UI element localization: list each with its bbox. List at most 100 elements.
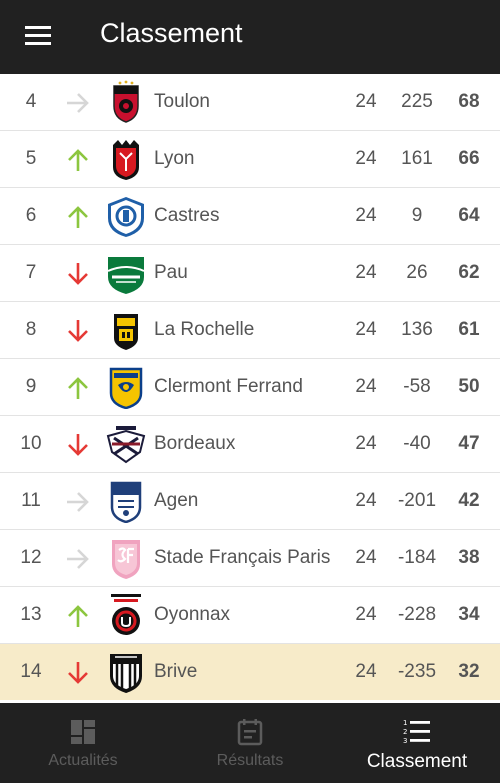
app-bar: Classement xyxy=(0,0,500,74)
point-difference: 136 xyxy=(401,319,433,340)
stade-francais-logo xyxy=(112,540,140,579)
arrow-right-icon xyxy=(67,93,89,113)
points: 61 xyxy=(458,319,480,340)
arrow-right-icon xyxy=(67,492,89,512)
hamburger-icon-bar xyxy=(25,42,51,45)
arrow-down-icon xyxy=(68,263,88,285)
nav-label: Résultats xyxy=(216,752,284,769)
points: 34 xyxy=(458,604,480,625)
calendar-icon xyxy=(237,719,263,746)
point-difference: 26 xyxy=(406,262,428,283)
team-name: La Rochelle xyxy=(154,319,255,340)
menu-button[interactable] xyxy=(18,20,58,52)
point-difference: 9 xyxy=(411,205,423,226)
matches-played: 24 xyxy=(355,148,377,169)
bordeaux-logo xyxy=(106,426,146,464)
point-difference: -235 xyxy=(397,661,437,682)
standings-row[interactable]: 9 Clermont Ferrand 24 -58 50 xyxy=(0,359,500,416)
point-difference: -228 xyxy=(397,604,437,625)
rank: 9 xyxy=(25,376,37,397)
bottom-navigation: Actualités Résultats 1 2 3 Classement xyxy=(0,703,500,783)
hamburger-icon xyxy=(25,26,51,29)
matches-played: 24 xyxy=(355,604,377,625)
nav-label: Classement xyxy=(366,751,468,772)
standings-row[interactable]: 13 Oyonnax 24 -228 34 xyxy=(0,587,500,644)
team-name: Bordeaux xyxy=(154,433,236,454)
standings-row[interactable]: 4 Toulon 24 225 68 xyxy=(0,74,500,131)
point-difference: -201 xyxy=(397,490,437,511)
brive-logo xyxy=(110,654,142,693)
matches-played: 24 xyxy=(355,376,377,397)
matches-played: 24 xyxy=(355,205,377,226)
point-difference: -184 xyxy=(397,547,437,568)
castres-logo xyxy=(108,197,144,237)
standings-row[interactable]: 6 Castres 24 9 64 xyxy=(0,188,500,245)
matches-played: 24 xyxy=(355,490,377,511)
rank: 13 xyxy=(20,604,42,625)
lyon-logo xyxy=(113,140,139,180)
team-name: Clermont Ferrand xyxy=(154,376,303,397)
pau-logo xyxy=(107,257,145,294)
points: 47 xyxy=(458,433,480,454)
point-difference: -58 xyxy=(403,376,431,397)
standings-row[interactable]: 5 Lyon 24 161 66 xyxy=(0,131,500,188)
rank: 10 xyxy=(20,433,42,454)
standings-row-highlighted[interactable]: 14 Brive 24 -235 32 xyxy=(0,644,500,700)
points: 50 xyxy=(458,376,480,397)
page-title: Classement xyxy=(100,18,243,48)
nav-actualites[interactable]: Actualités xyxy=(0,703,166,783)
rank: 12 xyxy=(20,547,42,568)
points: 68 xyxy=(458,91,480,112)
team-name: Pau xyxy=(154,262,188,283)
arrow-up-icon xyxy=(68,149,88,171)
svg-text:3: 3 xyxy=(403,737,407,745)
standings-row[interactable]: 7 Pau 24 26 62 xyxy=(0,245,500,302)
arrow-up-icon xyxy=(68,206,88,228)
team-name: Castres xyxy=(154,205,220,226)
team-name: Agen xyxy=(154,490,199,511)
arrow-down-icon xyxy=(68,320,88,342)
hamburger-icon-bar xyxy=(25,34,51,37)
points: 66 xyxy=(458,148,480,169)
nav-resultats[interactable]: Résultats xyxy=(167,703,333,783)
arrow-down-icon xyxy=(68,434,88,456)
team-name: Stade Français Paris xyxy=(154,547,331,568)
nav-classement[interactable]: 1 2 3 Classement xyxy=(334,703,500,783)
arrow-up-icon xyxy=(68,605,88,627)
svg-text:2: 2 xyxy=(403,728,407,736)
rank: 11 xyxy=(21,490,41,511)
matches-played: 24 xyxy=(355,433,377,454)
standings-row[interactable]: 11 Agen 24 -201 42 xyxy=(0,473,500,530)
rank: 14 xyxy=(20,661,42,682)
point-difference: -40 xyxy=(403,433,431,454)
standings-row[interactable]: 8 La Rochelle 24 136 61 xyxy=(0,302,500,359)
la-rochelle-logo xyxy=(114,314,138,350)
team-name: Lyon xyxy=(154,148,195,169)
standings-row[interactable]: 12 Stade Français Paris 24 -184 38 xyxy=(0,530,500,587)
dashboard-icon xyxy=(71,720,95,744)
points: 38 xyxy=(458,547,480,568)
toulon-logo xyxy=(113,80,139,123)
standings-row[interactable]: 10 Bordeaux 24 -40 47 xyxy=(0,416,500,473)
nav-label: Actualités xyxy=(48,752,118,769)
rank: 6 xyxy=(25,205,37,226)
svg-text:1: 1 xyxy=(403,719,407,727)
oyonnax-logo xyxy=(111,594,141,635)
arrow-right-icon xyxy=(67,549,89,569)
ranked-list-icon: 1 2 3 xyxy=(403,719,430,745)
agen-logo xyxy=(110,481,142,523)
rank: 7 xyxy=(25,262,37,283)
rank: 8 xyxy=(25,319,37,340)
matches-played: 24 xyxy=(355,661,377,682)
matches-played: 24 xyxy=(355,319,377,340)
points: 62 xyxy=(458,262,480,283)
points: 32 xyxy=(458,661,480,682)
matches-played: 24 xyxy=(355,91,377,112)
arrow-down-icon xyxy=(68,662,88,684)
rank: 5 xyxy=(25,148,37,169)
team-name: Oyonnax xyxy=(154,604,231,625)
matches-played: 24 xyxy=(355,547,377,568)
arrow-up-icon xyxy=(68,377,88,399)
rank: 4 xyxy=(25,91,37,112)
points: 64 xyxy=(458,205,480,226)
